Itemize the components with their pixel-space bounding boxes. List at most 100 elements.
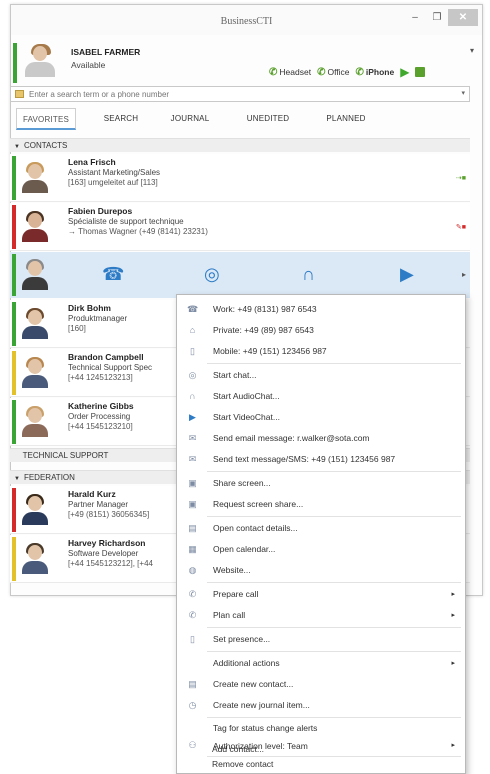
contact-phone: [160] [68, 324, 86, 333]
menu-label: Remove contact [212, 759, 274, 769]
tab-favorites[interactable]: FAVORITES [16, 108, 76, 130]
menu-label: Open calendar... [213, 544, 276, 554]
user-name: ISABEL FARMER [71, 47, 141, 57]
journal-icon: ◷ [188, 700, 197, 710]
work-phone-icon: ☎ [187, 304, 199, 314]
device-office[interactable]: ✆ Office [317, 67, 349, 78]
email-icon: ✉ [188, 433, 197, 443]
maximize-button[interactable]: ❐ [428, 9, 446, 26]
menu-label: Share screen... [213, 478, 271, 488]
menu-item-private-phone[interactable]: ⌂ Private: +49 (89) 987 6543 [177, 320, 465, 341]
menu-label: Send email message: r.walker@sota.com [213, 433, 370, 443]
menu-item-start-videochat[interactable]: ▶ Start VideoChat... [177, 407, 465, 428]
video-chat-icon[interactable]: ▶ [400, 264, 414, 285]
device-headset[interactable]: ✆ Headset [269, 67, 311, 78]
contact-title: Produktmanager [68, 314, 128, 323]
expand-arrow-icon: ▼ [14, 476, 20, 482]
play-icon[interactable]: ▶ [400, 65, 409, 79]
contact-row[interactable]: Lena Frisch Assistant Marketing/Sales [1… [10, 154, 470, 202]
avatar [20, 161, 50, 193]
contact-title: Partner Manager [68, 500, 129, 509]
menu-item-create-new-journal-item[interactable]: ◷ Create new journal item... [177, 695, 465, 716]
menu-separator [207, 363, 461, 364]
section-contacts[interactable]: ▼ CONTACTS [10, 138, 470, 152]
more-actions-icon[interactable]: ▸ [462, 270, 466, 279]
menu-item-start-audiochat[interactable]: ∩ Start AudioChat... [177, 386, 465, 407]
calendar-icon: ▦ [188, 544, 197, 554]
close-button[interactable]: ✕ [448, 9, 478, 26]
menu-item-add-contact[interactable]: Add contact... [176, 742, 466, 756]
phone-green-icon: ✆ [355, 66, 364, 78]
phone-green-icon: ✆ [269, 66, 278, 78]
contact-name: Harald Kurz [68, 489, 116, 499]
plan-call-icon: ✆ [188, 610, 197, 620]
contact-title: Spécialiste de support technique [68, 217, 184, 226]
contact-title: Assistant Marketing/Sales [68, 168, 161, 177]
share-screen-icon: ▣ [188, 478, 197, 488]
avatar [20, 210, 50, 242]
call-contact-icon[interactable]: ☎ [102, 264, 124, 285]
audio-chat-icon[interactable]: ∩ [302, 264, 315, 285]
menu-item-send-email[interactable]: ✉ Send email message: r.walker@sota.com [177, 428, 465, 449]
minimize-button[interactable]: – [406, 9, 424, 26]
search-box[interactable]: ▾ [10, 86, 470, 102]
presence-indicator [12, 537, 16, 581]
menu-item-remove-contact[interactable]: Remove contact [176, 757, 466, 771]
tab-search[interactable]: SEARCH [96, 108, 146, 130]
avatar [20, 258, 50, 290]
submenu-arrow-icon: ▸ [451, 612, 455, 619]
chat-icon[interactable]: ◎ [204, 264, 220, 285]
user-presence-indicator [13, 43, 17, 83]
menu-label: Tag for status change alerts [213, 723, 318, 733]
menu-item-send-sms[interactable]: ✉ Send text message/SMS: +49 (151) 123456… [177, 449, 465, 470]
menu-item-plan-call[interactable]: ✆ Plan call ▸ [177, 605, 465, 626]
menu-item-request-screen-share[interactable]: ▣ Request screen share... [177, 494, 465, 515]
user-avatar[interactable] [23, 43, 57, 81]
user-menu-caret-icon[interactable]: ▾ [470, 46, 474, 55]
menu-item-website[interactable]: ◍ Website... [177, 560, 465, 581]
menu-separator [207, 717, 461, 718]
menu-label: Website... [213, 565, 251, 575]
menu-item-work-phone[interactable]: ☎ Work: +49 (8131) 987 6543 [177, 299, 465, 320]
menu-item-set-presence[interactable]: ▯ Set presence... [177, 629, 465, 650]
section-label: CONTACTS [23, 141, 68, 150]
contact-phone: [+44 1245123213] [68, 373, 133, 382]
menu-item-share-screen[interactable]: ▣ Share screen... [177, 473, 465, 494]
mobile-icon: ▯ [190, 346, 195, 356]
menu-item-start-chat[interactable]: ◎ Start chat... [177, 365, 465, 386]
menu-item-create-new-contact[interactable]: ▤ Create new contact... [177, 674, 465, 695]
menu-label: Add contact... [212, 744, 264, 754]
tab-unedited[interactable]: UNEDITED [236, 108, 300, 130]
menu-label: Set presence... [213, 634, 271, 644]
device-selector: ✆ Headset ✆ Office ✆ iPhone ▶ [269, 65, 426, 79]
sms-icon: ✉ [188, 454, 197, 464]
presence-indicator [12, 205, 16, 249]
search-input[interactable] [29, 88, 449, 100]
menu-item-prepare-call[interactable]: ✆ Prepare call ▸ [177, 584, 465, 605]
contact-phone: [+44 1545123212], [+44 [68, 559, 153, 568]
submenu-arrow-icon: ▸ [451, 660, 455, 667]
contact-row-hovered[interactable]: ☎ ◎ ∩ ▶ ▸ [10, 252, 470, 298]
menu-item-mobile-phone[interactable]: ▯ Mobile: +49 (151) 123456 987 [177, 341, 465, 362]
tab-journal[interactable]: JOURNAL [160, 108, 220, 130]
menu-label: Work: +49 (8131) 987 6543 [213, 304, 317, 314]
menu-item-tag-status-alerts[interactable]: Tag for status change alerts [177, 719, 465, 737]
menu-item-open-calendar[interactable]: ▦ Open calendar... [177, 539, 465, 560]
contact-name: Katherine Gibbs [68, 401, 134, 411]
main-tabs: FAVORITES SEARCH JOURNAL UNEDITED PLANNE… [10, 108, 470, 132]
prepare-call-icon: ✆ [188, 589, 197, 599]
phone-green-icon: ✆ [317, 66, 326, 78]
calendar-icon[interactable] [415, 67, 426, 77]
title-bar[interactable]: BusinessCTI – ❐ ✕ [11, 5, 482, 35]
contact-name: Harvey Richardson [68, 538, 146, 548]
search-dropdown-icon[interactable]: ▾ [461, 89, 465, 97]
tab-planned[interactable]: PLANNED [316, 108, 376, 130]
contact-row[interactable]: Fabien Durepos Spécialiste de support te… [10, 203, 470, 251]
video-chat-icon: ▶ [189, 412, 196, 422]
device-iphone[interactable]: ✆ iPhone [356, 67, 395, 78]
menu-separator [207, 516, 461, 517]
menu-item-additional-actions[interactable]: Additional actions ▸ [177, 653, 465, 674]
menu-item-open-contact-details[interactable]: ▤ Open contact details... [177, 518, 465, 539]
user-status[interactable]: Available [71, 60, 105, 70]
presence-indicator [12, 254, 16, 296]
